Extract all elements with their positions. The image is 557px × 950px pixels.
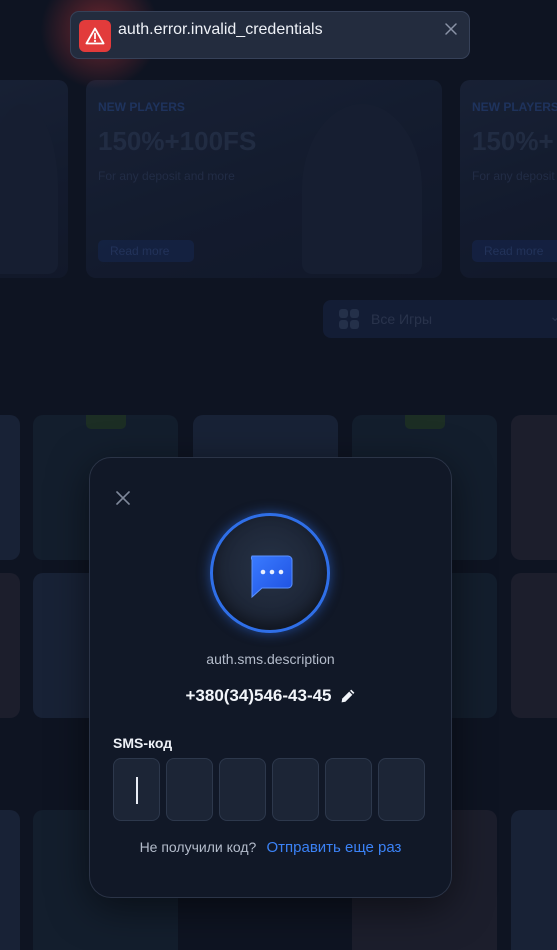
warning-triangle-icon [79,20,111,52]
close-icon[interactable] [443,21,459,37]
sms-code-label: SMS-код [113,735,173,751]
toast-message: auth.error.invalid_credentials [118,21,323,38]
code-digit-input[interactable] [325,758,372,821]
code-digit-input[interactable] [166,758,213,821]
resend-code-link[interactable]: Отправить еще раз [266,839,401,856]
phone-number: +380(34)546-43-45 [185,686,332,705]
phone-row: +380(34)546-43-45 [90,686,451,706]
text-caret [136,777,138,804]
code-digit-input[interactable] [272,758,319,821]
resend-question: Не получили код? [139,839,257,855]
sms-icon-badge [210,513,330,633]
sms-chat-icon [246,553,294,604]
sms-verification-modal: auth.sms.description +380(34)546-43-45 S… [89,457,452,898]
resend-row: Не получили код? Отправить еще раз [90,839,451,856]
error-toast: auth.error.invalid_credentials [70,11,470,59]
code-digit-input[interactable] [378,758,425,821]
sms-description: auth.sms.description [206,651,335,667]
code-digit-input[interactable] [113,758,160,821]
pencil-edit-icon[interactable] [340,688,356,704]
close-icon[interactable] [115,490,131,506]
code-digit-input[interactable] [219,758,266,821]
